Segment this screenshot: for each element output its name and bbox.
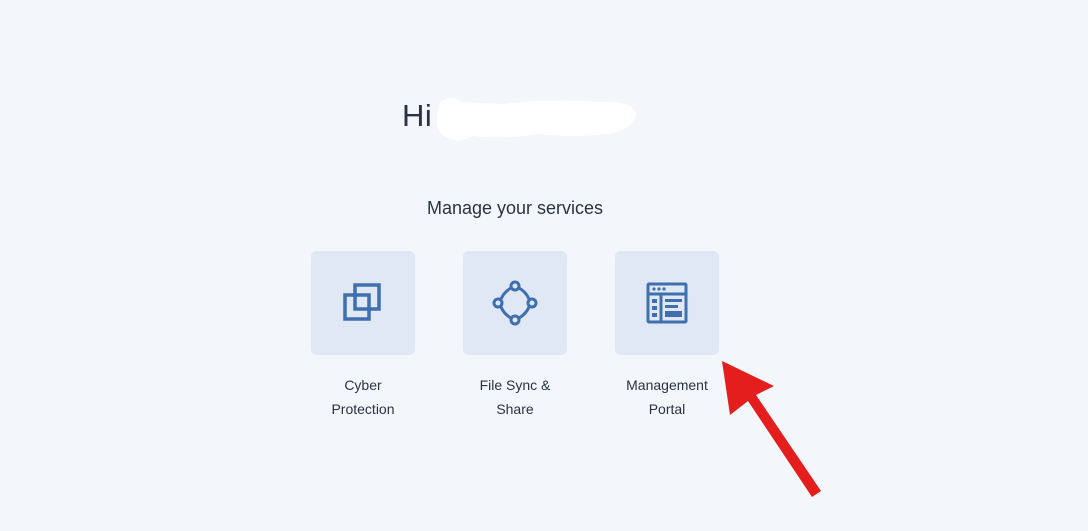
management-portal-label: Management Portal xyxy=(626,377,708,417)
greeting-text: Hi xyxy=(402,98,433,133)
service-tile-file-sync-share[interactable]: File Sync & Share xyxy=(463,251,567,421)
management-portal-icon xyxy=(646,282,688,324)
service-tile-management-portal[interactable]: Management Portal xyxy=(615,251,719,421)
greeting-heading: Hi xyxy=(402,96,432,136)
service-tile-cyber-protection[interactable]: Cyber Protection xyxy=(311,251,415,421)
file-sync-icon xyxy=(492,280,538,326)
file-sync-share-button[interactable] xyxy=(463,251,567,355)
cyber-protection-label: Cyber Protection xyxy=(331,377,395,417)
redacted-username xyxy=(436,98,636,141)
file-sync-share-label: File Sync & Share xyxy=(479,377,551,417)
cyber-protection-button[interactable] xyxy=(311,251,415,355)
management-portal-button[interactable] xyxy=(615,251,719,355)
cyber-protection-icon xyxy=(343,283,381,321)
services-heading: Manage your services xyxy=(426,198,604,218)
red-arrow-annotation xyxy=(722,361,821,497)
